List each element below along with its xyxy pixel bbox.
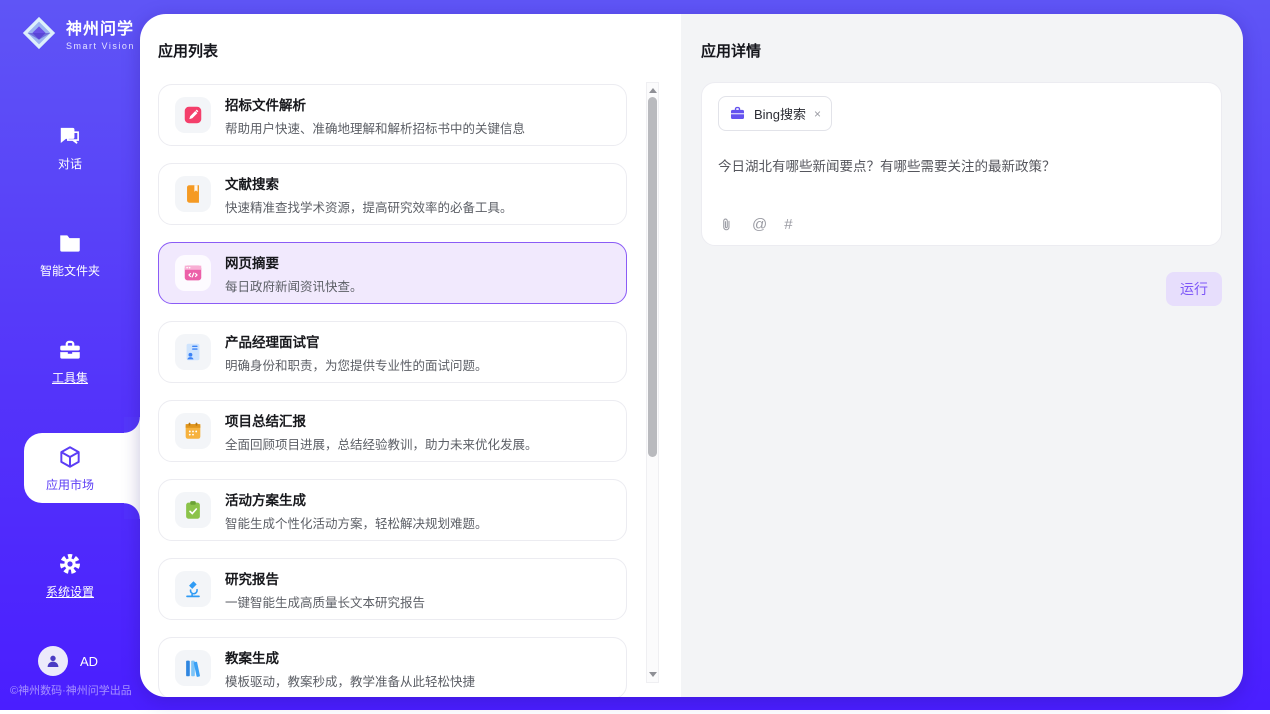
sidebar-item-label: 智能文件夹 [40, 262, 100, 279]
app-frame: 神州问学 Smart Vision 对话 [0, 0, 1270, 710]
list-scrollbar[interactable] [646, 82, 659, 683]
app-name: 文献搜索 [225, 173, 513, 193]
app-description: 一键智能生成高质量长文本研究报告 [225, 592, 425, 611]
resume-icon [175, 334, 211, 370]
sidebar-item-toolset[interactable]: 工具集 [0, 326, 140, 396]
sidebar-nav: 对话 智能文件夹 工具集 [0, 112, 140, 610]
app-description: 每日政府新闻资讯快查。 [225, 276, 363, 295]
list-item-pm-interviewer[interactable]: 产品经理面试官 明确身份和职责，为您提供专业性的面试问题。 [158, 321, 627, 383]
concave-corner [124, 503, 140, 519]
gear-icon [57, 551, 83, 577]
run-button[interactable]: 运行 [1166, 272, 1222, 306]
person-icon [44, 652, 62, 670]
app-description: 智能生成个性化活动方案，轻松解决规划难题。 [225, 513, 488, 532]
scroll-down-arrow-icon[interactable] [647, 669, 658, 680]
scrollbar-thumb[interactable] [648, 97, 657, 457]
app-list-panel: 应用列表 招标文件解析 帮助用户快速、准确地理解和解析招标书中的关键信息 [140, 14, 681, 697]
attachment-icon[interactable] [718, 216, 735, 233]
app-description: 快速精准查找学术资源，提高研究效率的必备工具。 [225, 197, 513, 216]
avatar [38, 646, 68, 676]
app-description: 模板驱动，教案秒成，教学准备从此轻松快捷 [225, 671, 475, 690]
app-list: 招标文件解析 帮助用户快速、准确地理解和解析招标书中的关键信息 文献搜索 快速精… [158, 84, 627, 697]
sidebar-item-label: 系统设置 [46, 583, 94, 600]
app-description: 明确身份和职责，为您提供专业性的面试问题。 [225, 355, 488, 374]
sidebar-item-settings[interactable]: 系统设置 [0, 540, 140, 610]
app-name: 研究报告 [225, 568, 425, 588]
sidebar-item-app-market[interactable]: 应用市场 [0, 433, 140, 503]
list-item-tender-analysis[interactable]: 招标文件解析 帮助用户快速、准确地理解和解析招标书中的关键信息 [158, 84, 627, 146]
book-icon [175, 176, 211, 212]
briefcase-icon [729, 105, 746, 122]
app-detail-panel: 应用详情 Bing搜索 × 今日湖北有哪些新闻要点？有哪些需要关注的最新政策？ [681, 14, 1243, 697]
app-name: 教案生成 [225, 647, 475, 667]
app-name: 招标文件解析 [225, 94, 525, 114]
calendar-icon [175, 413, 211, 449]
books-icon [175, 650, 211, 686]
app-description: 全面回顾项目进展，总结经验教训，助力未来优化发展。 [225, 434, 538, 453]
sidebar-item-label: 工具集 [52, 369, 88, 386]
app-name: 项目总结汇报 [225, 410, 538, 430]
list-item-research-report[interactable]: 研究报告 一键智能生成高质量长文本研究报告 [158, 558, 627, 620]
concave-corner [124, 417, 140, 433]
browser-code-icon [175, 255, 211, 291]
list-item-web-summary[interactable]: 网页摘要 每日政府新闻资讯快查。 [158, 242, 627, 304]
sidebar-item-label: 对话 [58, 155, 82, 172]
logo-subtitle: Smart Vision [66, 41, 135, 51]
list-item-project-summary[interactable]: 项目总结汇报 全面回顾项目进展，总结经验教训，助力未来优化发展。 [158, 400, 627, 462]
app-name: 网页摘要 [225, 252, 363, 272]
logo: 神州问学 Smart Vision [0, 0, 140, 52]
main-content: 应用列表 招标文件解析 帮助用户快速、准确地理解和解析招标书中的关键信息 [140, 14, 1243, 697]
list-item-event-plan[interactable]: 活动方案生成 智能生成个性化活动方案，轻松解决规划难题。 [158, 479, 627, 541]
close-icon[interactable]: × [814, 108, 821, 120]
sidebar-item-smart-folder[interactable]: 智能文件夹 [0, 219, 140, 289]
copyright-text: ©神州数码·神州问学出品 [10, 682, 132, 698]
toolbox-icon [57, 337, 83, 363]
sidebar: 神州问学 Smart Vision 对话 [0, 0, 140, 710]
app-detail-title: 应用详情 [701, 40, 761, 61]
microscope-icon [175, 571, 211, 607]
user-profile[interactable]: AD [38, 646, 98, 676]
folder-icon [57, 230, 83, 256]
app-name: 产品经理面试官 [225, 331, 488, 351]
prompt-composer[interactable]: Bing搜索 × 今日湖北有哪些新闻要点？有哪些需要关注的最新政策？ @ # [701, 82, 1222, 246]
tender-edit-icon [175, 97, 211, 133]
composer-toolbar: @ # [718, 216, 1205, 233]
user-name: AD [80, 654, 98, 669]
clipboard-check-icon [175, 492, 211, 528]
mention-icon[interactable]: @ [752, 216, 767, 233]
chat-icon [57, 123, 83, 149]
run-row: 运行 [1166, 272, 1222, 306]
tool-tag-bing-search[interactable]: Bing搜索 × [718, 96, 832, 131]
logo-title: 神州问学 [66, 15, 135, 39]
scroll-up-arrow-icon[interactable] [647, 85, 658, 96]
query-text[interactable]: 今日湖北有哪些新闻要点？有哪些需要关注的最新政策？ [718, 155, 1205, 216]
sidebar-item-chat[interactable]: 对话 [0, 112, 140, 182]
diamond-logo-icon [20, 14, 58, 52]
list-item-lesson-plan[interactable]: 教案生成 模板驱动，教案秒成，教学准备从此轻松快捷 [158, 637, 627, 697]
tool-tag-label: Bing搜索 [754, 104, 806, 123]
app-description: 帮助用户快速、准确地理解和解析招标书中的关键信息 [225, 118, 525, 137]
app-list-title: 应用列表 [158, 40, 218, 61]
hash-icon[interactable]: # [784, 216, 792, 233]
sidebar-item-label: 应用市场 [46, 476, 94, 493]
app-name: 活动方案生成 [225, 489, 488, 509]
list-item-literature-search[interactable]: 文献搜索 快速精准查找学术资源，提高研究效率的必备工具。 [158, 163, 627, 225]
cube-icon [57, 444, 83, 470]
